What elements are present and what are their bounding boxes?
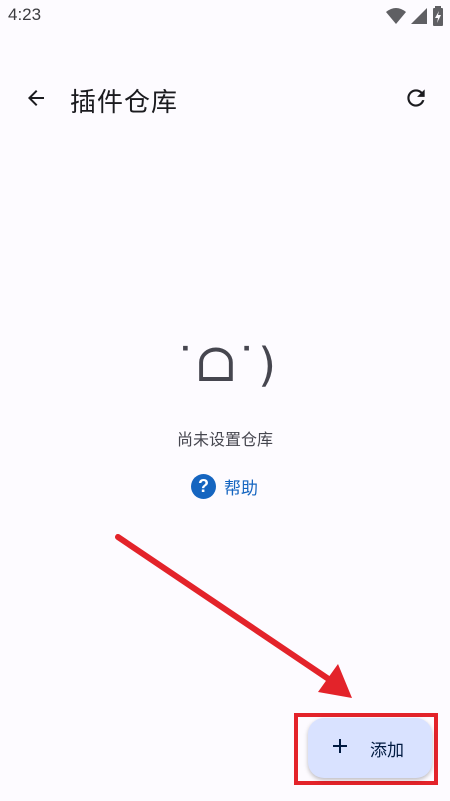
help-circle-icon: ? <box>191 474 216 499</box>
fab-label: 添加 <box>370 741 404 761</box>
empty-state-message: 尚未设置仓库 <box>176 430 273 449</box>
status-time: 4:23 <box>8 5 42 24</box>
battery-icon <box>433 6 443 26</box>
help-link[interactable]: ? 帮助 <box>191 474 258 499</box>
top-app-bar: 插件仓库 <box>0 66 450 134</box>
signal-icon <box>411 8 427 24</box>
refresh-icon <box>407 89 425 107</box>
wifi-icon <box>386 8 406 24</box>
plus-icon <box>333 739 347 753</box>
add-repository-fab[interactable]: 添加 <box>308 718 432 778</box>
empty-state-emoticon: ˙ᗝ˙) <box>173 338 277 392</box>
status-bar: 4:23 <box>0 0 450 34</box>
page-title: 插件仓库 <box>70 88 179 118</box>
arrow-back-icon <box>28 90 44 106</box>
help-label: 帮助 <box>224 479 258 499</box>
refresh-button[interactable] <box>398 80 434 116</box>
plugin-repository-screen: 4:23 插件仓库 ˙ᗝ˙) 尚未设置仓库 ? 帮助 添加 <box>0 0 450 801</box>
status-icons <box>386 6 444 26</box>
back-button[interactable] <box>16 78 56 118</box>
